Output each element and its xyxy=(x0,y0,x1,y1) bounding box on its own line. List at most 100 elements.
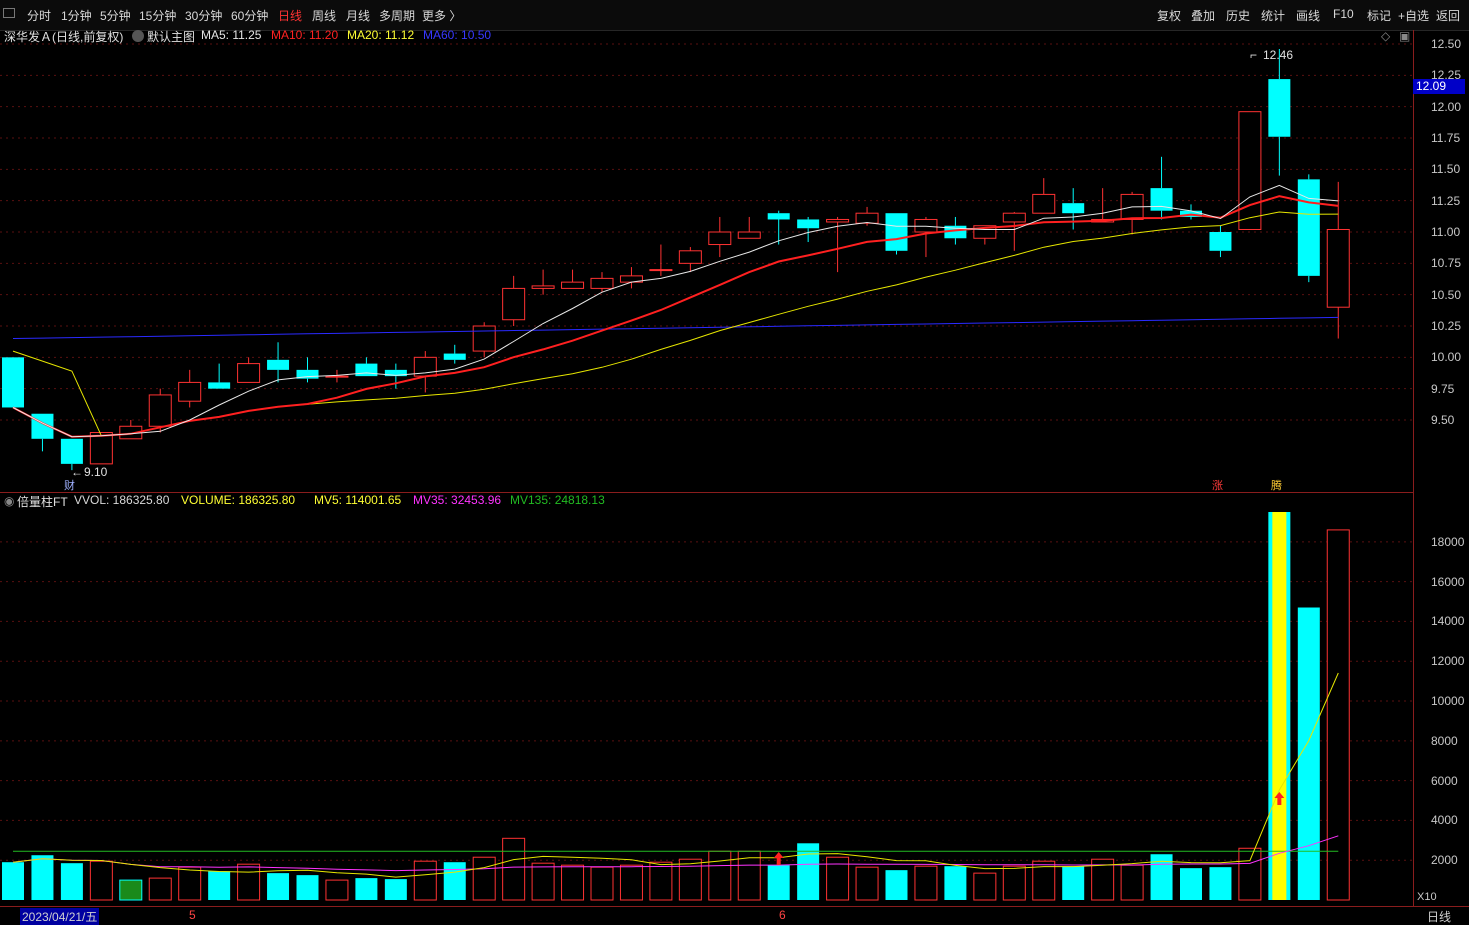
volume-bar xyxy=(325,879,349,901)
up-arrow-icon xyxy=(773,852,784,865)
volume-unit: X10 xyxy=(1417,891,1437,903)
candle-body xyxy=(531,285,555,289)
price-tick-label: 12.50 xyxy=(1431,37,1462,51)
volume-bar xyxy=(355,878,378,900)
ma5-line xyxy=(12,184,1339,438)
candle-body xyxy=(325,375,349,378)
price-tick-label: 12.00 xyxy=(1431,99,1462,114)
price-tick-label: 10.50 xyxy=(1431,287,1462,302)
volume-bar xyxy=(590,866,614,901)
volume-bar xyxy=(1120,864,1144,901)
current-price-tag: 12.09 xyxy=(1413,79,1465,94)
candle-body xyxy=(561,281,585,289)
volume-tick-label: 4000 xyxy=(1431,813,1458,828)
volume-bar xyxy=(178,866,202,901)
price-tick-label: 11.00 xyxy=(1431,225,1461,239)
volume-bar-highlight xyxy=(1272,512,1287,900)
candle-body xyxy=(267,359,290,370)
candle-body xyxy=(237,363,261,383)
candle-body xyxy=(1062,203,1085,214)
volume-bar xyxy=(267,873,290,900)
volume-bar xyxy=(1062,866,1085,900)
candle-body xyxy=(208,382,231,389)
volume-bar xyxy=(561,864,585,901)
volume-bar xyxy=(148,877,172,901)
candle-body xyxy=(1238,111,1262,230)
volume-bar xyxy=(708,850,732,901)
low-price-label: 9.10 xyxy=(84,465,108,479)
price-tick-label: 11.75 xyxy=(1431,131,1461,145)
candle-body xyxy=(472,325,496,352)
ma20-line xyxy=(12,211,1339,437)
candle-body xyxy=(767,213,790,220)
candle-body xyxy=(1002,212,1026,223)
candle-body xyxy=(855,212,879,224)
tencent-marker[interactable]: 腾 xyxy=(1271,477,1282,493)
y-axis-border xyxy=(1413,30,1414,906)
candle-body xyxy=(678,250,702,264)
volume-bar xyxy=(60,863,83,900)
finance-marker[interactable]: 财 xyxy=(64,477,75,493)
mv5-line xyxy=(12,672,1339,878)
candle-body xyxy=(443,353,466,360)
volume-bar xyxy=(619,864,643,901)
volume-tick-label: 2000 xyxy=(1431,853,1458,868)
volume-bar xyxy=(502,837,526,901)
volume-tick-label: 16000 xyxy=(1431,574,1465,589)
candle-body xyxy=(885,213,908,251)
volume-bar xyxy=(767,865,790,900)
candle-body xyxy=(60,438,83,464)
cursor-date: 2023/04/21/五 xyxy=(20,908,100,925)
price-tick-label: 11.50 xyxy=(1431,162,1461,177)
candle-body xyxy=(1209,232,1232,251)
candle-body xyxy=(148,394,172,427)
volume-bar xyxy=(1326,529,1350,901)
volume-bar xyxy=(1180,868,1202,900)
ma60-line xyxy=(12,316,1339,339)
high-price-label: 12.46 xyxy=(1263,48,1294,62)
price-tick-label: 11.25 xyxy=(1431,193,1461,208)
candle-body xyxy=(797,219,820,229)
back-button[interactable]: 返回 xyxy=(1436,7,1460,24)
volume-tick-label: 8000 xyxy=(1431,733,1458,748)
candle-body xyxy=(649,269,673,272)
volume-bar xyxy=(89,860,113,901)
candle-body xyxy=(737,231,761,239)
volume-tick-label: 10000 xyxy=(1431,694,1465,709)
volume-tick-label: 18000 xyxy=(1431,534,1465,549)
month-mark-6: 6 xyxy=(779,908,786,922)
volume-bar xyxy=(914,865,938,901)
volume-bar xyxy=(1209,867,1232,900)
volume-tick-label: 14000 xyxy=(1431,614,1465,629)
candle-body xyxy=(1326,228,1350,308)
volume-bar xyxy=(1002,865,1026,901)
volume-bar xyxy=(296,875,319,900)
volume-bar xyxy=(31,855,54,900)
price-tick-label: 10.25 xyxy=(1431,319,1462,333)
timeline-bar xyxy=(0,906,1469,925)
volume-bar xyxy=(119,879,143,901)
high-arrow-icon: ⌐ xyxy=(1250,48,1258,62)
volume-bar xyxy=(237,863,261,901)
month-mark-5: 5 xyxy=(189,908,196,922)
volume-bar xyxy=(1238,847,1262,901)
volume-tick-label: 12000 xyxy=(1431,654,1465,669)
candle-body xyxy=(590,277,614,289)
volume-bar xyxy=(472,856,496,901)
period-indicator: 日线 xyxy=(1427,910,1452,924)
volume-bar xyxy=(2,862,24,900)
price-tick-label: 9.75 xyxy=(1431,381,1455,396)
candle-body xyxy=(89,432,113,465)
kline-chart[interactable] xyxy=(0,0,1413,906)
volume-bar xyxy=(443,862,466,900)
rise-marker[interactable]: 涨 xyxy=(1212,477,1223,493)
volume-bar xyxy=(208,871,231,900)
candle-body xyxy=(355,363,378,377)
candle-body xyxy=(2,357,24,408)
price-tick-label: 10.75 xyxy=(1431,256,1462,271)
volume-bar xyxy=(944,866,967,900)
volume-bar xyxy=(384,879,407,900)
candle-body xyxy=(1297,179,1320,276)
volume-bar xyxy=(531,862,555,901)
candle-body xyxy=(1032,193,1056,214)
